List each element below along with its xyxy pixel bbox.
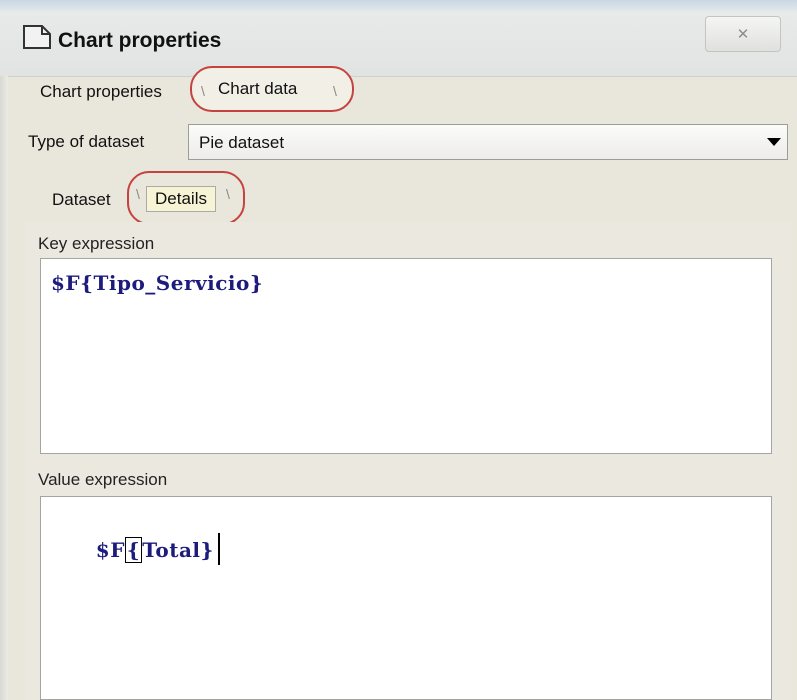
- chevron-down-icon[interactable]: [767, 138, 781, 146]
- window-title: Chart properties: [58, 29, 222, 52]
- value-expression-label: Value expression: [38, 470, 168, 489]
- dataset-type-row: Type of dataset Pie dataset: [18, 120, 790, 164]
- value-expression-code: $F{Total}: [51, 509, 220, 589]
- tab-details[interactable]: Details: [146, 186, 216, 212]
- tab-separator: \: [226, 186, 230, 202]
- tab-dataset[interactable]: Dataset: [52, 190, 111, 210]
- title-bar: Chart properties ✕: [0, 0, 797, 77]
- window-left-border: [0, 76, 8, 700]
- key-expression-editor[interactable]: $F{Tipo_Servicio}: [40, 258, 772, 454]
- tab-separator: \: [333, 83, 337, 99]
- matched-brace: {: [124, 537, 143, 563]
- chart-window-icon: [22, 24, 52, 50]
- value-expression-rest: Total}: [142, 538, 214, 562]
- text-caret: [217, 533, 220, 565]
- tab-separator: \: [201, 83, 205, 99]
- dataset-type-select[interactable]: Pie dataset: [188, 124, 788, 160]
- tab-separator: \: [136, 186, 140, 202]
- key-expression-code: $F{Tipo_Servicio}: [51, 271, 264, 295]
- value-expression-editor[interactable]: $F{Total}: [40, 496, 772, 700]
- close-button[interactable]: ✕: [705, 16, 781, 52]
- tab-details-label: Details: [155, 189, 207, 208]
- dataset-type-value: Pie dataset: [199, 133, 285, 152]
- title-bar-strip: [0, 0, 797, 12]
- tab-chart-data[interactable]: Chart data: [218, 79, 297, 99]
- dataset-type-label: Type of dataset: [28, 132, 145, 151]
- close-icon[interactable]: ✕: [737, 25, 750, 43]
- key-expression-label: Key expression: [38, 234, 155, 253]
- tab-chart-properties[interactable]: Chart properties: [40, 82, 162, 102]
- details-panel: Key expression $F{Tipo_Servicio} Value e…: [26, 222, 790, 700]
- value-expression-prefix: $F: [95, 538, 125, 562]
